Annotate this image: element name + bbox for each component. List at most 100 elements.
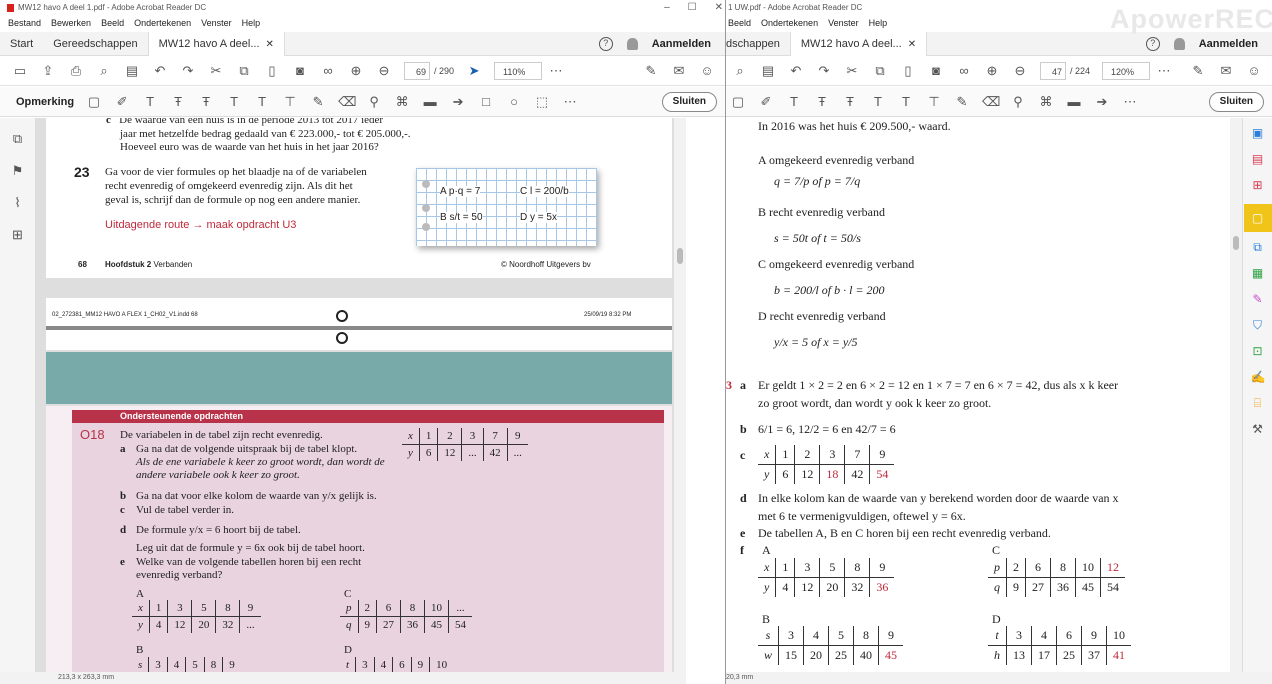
redo-icon[interactable]: ↷ xyxy=(180,63,196,79)
screenshot-icon[interactable]: ◙ xyxy=(292,63,308,79)
comment-tool-icon[interactable]: ▢ xyxy=(1243,204,1272,232)
binoculars-icon[interactable]: ∞ xyxy=(320,63,336,79)
oval-icon[interactable]: ○ xyxy=(506,94,522,110)
user-add-icon[interactable]: ☺ xyxy=(1246,63,1262,79)
page-number-input[interactable]: 69 xyxy=(404,61,430,80)
login-link[interactable]: Aanmelden xyxy=(1199,38,1258,50)
strikethrough-icon[interactable]: Ŧ xyxy=(814,94,830,110)
page-down-icon[interactable]: ⊖ xyxy=(376,63,392,79)
textbox-icon[interactable]: ⊤ xyxy=(926,94,942,110)
page-search-icon[interactable]: ▤ xyxy=(124,63,140,79)
pen-icon[interactable]: ✐ xyxy=(114,94,130,110)
mail-icon[interactable]: ✉ xyxy=(671,63,687,79)
login-link[interactable]: Aanmelden xyxy=(652,38,711,50)
menu-venster[interactable]: Venster xyxy=(201,15,232,32)
insert-text-icon[interactable]: T xyxy=(226,94,242,110)
tab-document[interactable]: MW12 havo A deel... ✕ xyxy=(147,31,285,56)
zoom-select[interactable]: 120% xyxy=(1102,61,1151,80)
draw-icon[interactable]: ✎ xyxy=(310,94,326,110)
tab-close-icon[interactable]: ✕ xyxy=(266,39,274,50)
comment-icon[interactable]: ▢ xyxy=(730,94,746,110)
minimize-icon[interactable]: – xyxy=(664,0,670,15)
more-icon[interactable]: ⋯ xyxy=(1156,63,1172,79)
stamp-icon[interactable]: ⚲ xyxy=(366,94,382,110)
upload-icon[interactable]: ⇪ xyxy=(40,63,56,79)
textbox-icon[interactable]: ⊤ xyxy=(282,94,298,110)
help-icon[interactable]: ? xyxy=(1145,37,1160,51)
undo-icon[interactable]: ↶ xyxy=(152,63,168,79)
pen-icon[interactable]: ✐ xyxy=(758,94,774,110)
eraser-icon[interactable]: ⌫ xyxy=(338,94,356,110)
binoculars-icon[interactable]: ∞ xyxy=(956,63,972,79)
request-signature-icon[interactable]: ✍ xyxy=(1251,370,1266,384)
page-search-icon[interactable]: ▤ xyxy=(760,63,776,79)
menu-help[interactable]: Help xyxy=(869,15,888,32)
shapes-icon[interactable]: ⬚ xyxy=(534,94,550,110)
close-annotation-button[interactable]: Sluiten xyxy=(1208,92,1264,112)
comment-icon[interactable]: ▢ xyxy=(86,94,102,110)
eraser-icon[interactable]: ⌫ xyxy=(982,94,1000,110)
search-icon[interactable]: ⌕ xyxy=(732,63,748,79)
search-icon[interactable]: ⌕ xyxy=(96,63,112,79)
combine-files-icon[interactable]: ⧉ xyxy=(1251,240,1265,254)
text-icon[interactable]: T xyxy=(142,94,158,110)
bookmark-icon[interactable]: ⚑ xyxy=(11,164,25,178)
challenge-route-link[interactable]: Uitdagende route → maak opdracht U3 xyxy=(105,219,296,231)
left-scroll-thumb[interactable] xyxy=(677,248,683,264)
create-pdf-icon[interactable]: ▣ xyxy=(1251,126,1265,140)
protect-icon[interactable]: ⛉ xyxy=(1251,318,1265,332)
rectangle-icon[interactable]: □ xyxy=(478,94,494,110)
strikethrough-icon[interactable]: Ŧ xyxy=(170,94,186,110)
zoom-select[interactable]: 110% xyxy=(494,61,543,80)
more-icon[interactable]: ⋯ xyxy=(548,63,564,79)
redo-icon[interactable]: ↷ xyxy=(816,63,832,79)
copy-icon[interactable]: ⧉ xyxy=(872,63,888,79)
close-window-icon[interactable]: ✕ xyxy=(715,0,723,15)
menu-ondertekenen[interactable]: Ondertekenen xyxy=(134,15,191,32)
user-add-icon[interactable]: ☺ xyxy=(699,63,715,79)
cut-icon[interactable]: ✂ xyxy=(844,63,860,79)
bell-icon[interactable] xyxy=(626,38,638,50)
left-document-area[interactable]: c De waarde van een huis is in de period… xyxy=(36,118,674,672)
print-icon[interactable]: ⎙ xyxy=(68,63,84,79)
maximize-icon[interactable]: ☐ xyxy=(688,0,697,15)
help-icon[interactable]: ? xyxy=(598,37,613,51)
sign-icon[interactable]: ✎ xyxy=(643,63,659,79)
text-icon[interactable]: T xyxy=(786,94,802,110)
more-annotation-icon[interactable]: ⋯ xyxy=(562,94,578,110)
export-pdf-icon[interactable]: ⊞ xyxy=(1251,178,1265,192)
menu-venster[interactable]: Venster xyxy=(828,15,859,32)
right-scroll-thumb[interactable] xyxy=(1233,236,1239,250)
draw-icon[interactable]: ✎ xyxy=(954,94,970,110)
tab-start[interactable]: Start xyxy=(0,38,43,50)
close-annotation-button[interactable]: Sluiten xyxy=(661,92,717,112)
arrow-icon[interactable]: ➔ xyxy=(450,94,466,110)
replace-text-icon[interactable]: Ŧ xyxy=(842,94,858,110)
cursor-icon[interactable]: ➤ xyxy=(466,63,482,79)
right-vertical-scrollbar[interactable] xyxy=(1230,118,1242,672)
bell-icon[interactable] xyxy=(1173,38,1185,50)
menu-ondertekenen[interactable]: Ondertekenen xyxy=(761,15,818,32)
menu-beeld[interactable]: Beeld xyxy=(728,15,751,32)
undo-icon[interactable]: ↶ xyxy=(788,63,804,79)
layers-icon[interactable]: ⊞ xyxy=(11,228,25,242)
page-up-icon[interactable]: ⊕ xyxy=(348,63,364,79)
fill-sign-icon[interactable]: ✎ xyxy=(1251,292,1265,306)
page-number-input[interactable]: 47 xyxy=(1040,61,1066,80)
menu-help[interactable]: Help xyxy=(242,15,261,32)
tab-close-icon[interactable]: ✕ xyxy=(908,39,916,50)
attachment-icon[interactable]: ⌇ xyxy=(11,196,25,210)
left-vertical-scrollbar[interactable] xyxy=(674,118,686,672)
insert-text-icon[interactable]: T xyxy=(870,94,886,110)
arrow-icon[interactable]: ➔ xyxy=(1094,94,1110,110)
text-comment-icon[interactable]: T xyxy=(898,94,914,110)
tab-tools[interactable]: Gereedschappen xyxy=(43,38,147,50)
sign-icon[interactable]: ✎ xyxy=(1190,63,1206,79)
replace-text-icon[interactable]: Ŧ xyxy=(198,94,214,110)
attach-icon[interactable]: ⌘ xyxy=(394,94,410,110)
menu-bewerken[interactable]: Bewerken xyxy=(51,15,91,32)
menu-beeld[interactable]: Beeld xyxy=(101,15,124,32)
more-annotation-icon[interactable]: ⋯ xyxy=(1122,94,1138,110)
tab-document[interactable]: MW12 havo A deel... ✕ xyxy=(789,31,928,56)
send-track-icon[interactable]: ⌸ xyxy=(1251,396,1265,410)
